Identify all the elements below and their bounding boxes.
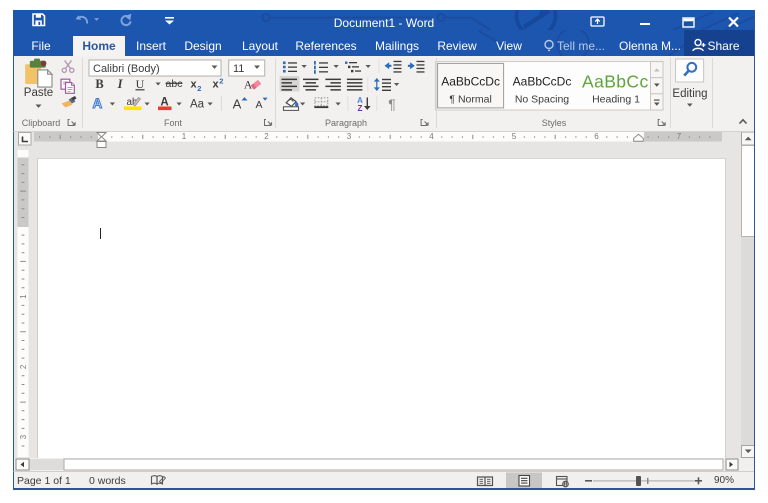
svg-text:AaBbCcDc: AaBbCcDc <box>513 75 572 89</box>
svg-text:No Spacing: No Spacing <box>515 94 569 106</box>
svg-text:4: 4 <box>429 132 434 141</box>
svg-text:B: B <box>95 77 103 91</box>
svg-text:11: 11 <box>233 63 244 75</box>
svg-text:AaBbCc: AaBbCc <box>582 72 649 92</box>
svg-text:6: 6 <box>594 132 599 141</box>
svg-text:1: 1 <box>182 132 187 141</box>
svg-text:I: I <box>117 77 124 91</box>
svg-text:¶ Normal: ¶ Normal <box>449 94 491 106</box>
svg-text:Z: Z <box>358 104 363 113</box>
svg-text:Paste: Paste <box>24 87 53 99</box>
svg-text:1: 1 <box>19 294 28 299</box>
svg-text:A: A <box>93 96 103 111</box>
svg-text:A: A <box>233 97 242 112</box>
svg-text:2: 2 <box>197 84 201 93</box>
svg-text:3: 3 <box>19 434 28 439</box>
svg-text:Aa: Aa <box>190 99 205 111</box>
svg-text:2: 2 <box>219 77 223 86</box>
svg-text:3: 3 <box>347 132 352 141</box>
svg-text:U: U <box>136 77 145 91</box>
svg-text:Calibri (Body): Calibri (Body) <box>93 63 160 75</box>
svg-text:Editing: Editing <box>672 88 707 100</box>
svg-text:7: 7 <box>677 132 682 141</box>
svg-text:AaBbCcDc: AaBbCcDc <box>441 75 500 89</box>
svg-text:5: 5 <box>512 132 517 141</box>
svg-text:abc: abc <box>166 78 183 90</box>
svg-text:A: A <box>255 99 262 111</box>
svg-text:2: 2 <box>19 364 28 369</box>
svg-text:Heading 1: Heading 1 <box>592 94 640 106</box>
svg-text:2: 2 <box>264 132 269 141</box>
svg-text:¶: ¶ <box>388 96 396 112</box>
